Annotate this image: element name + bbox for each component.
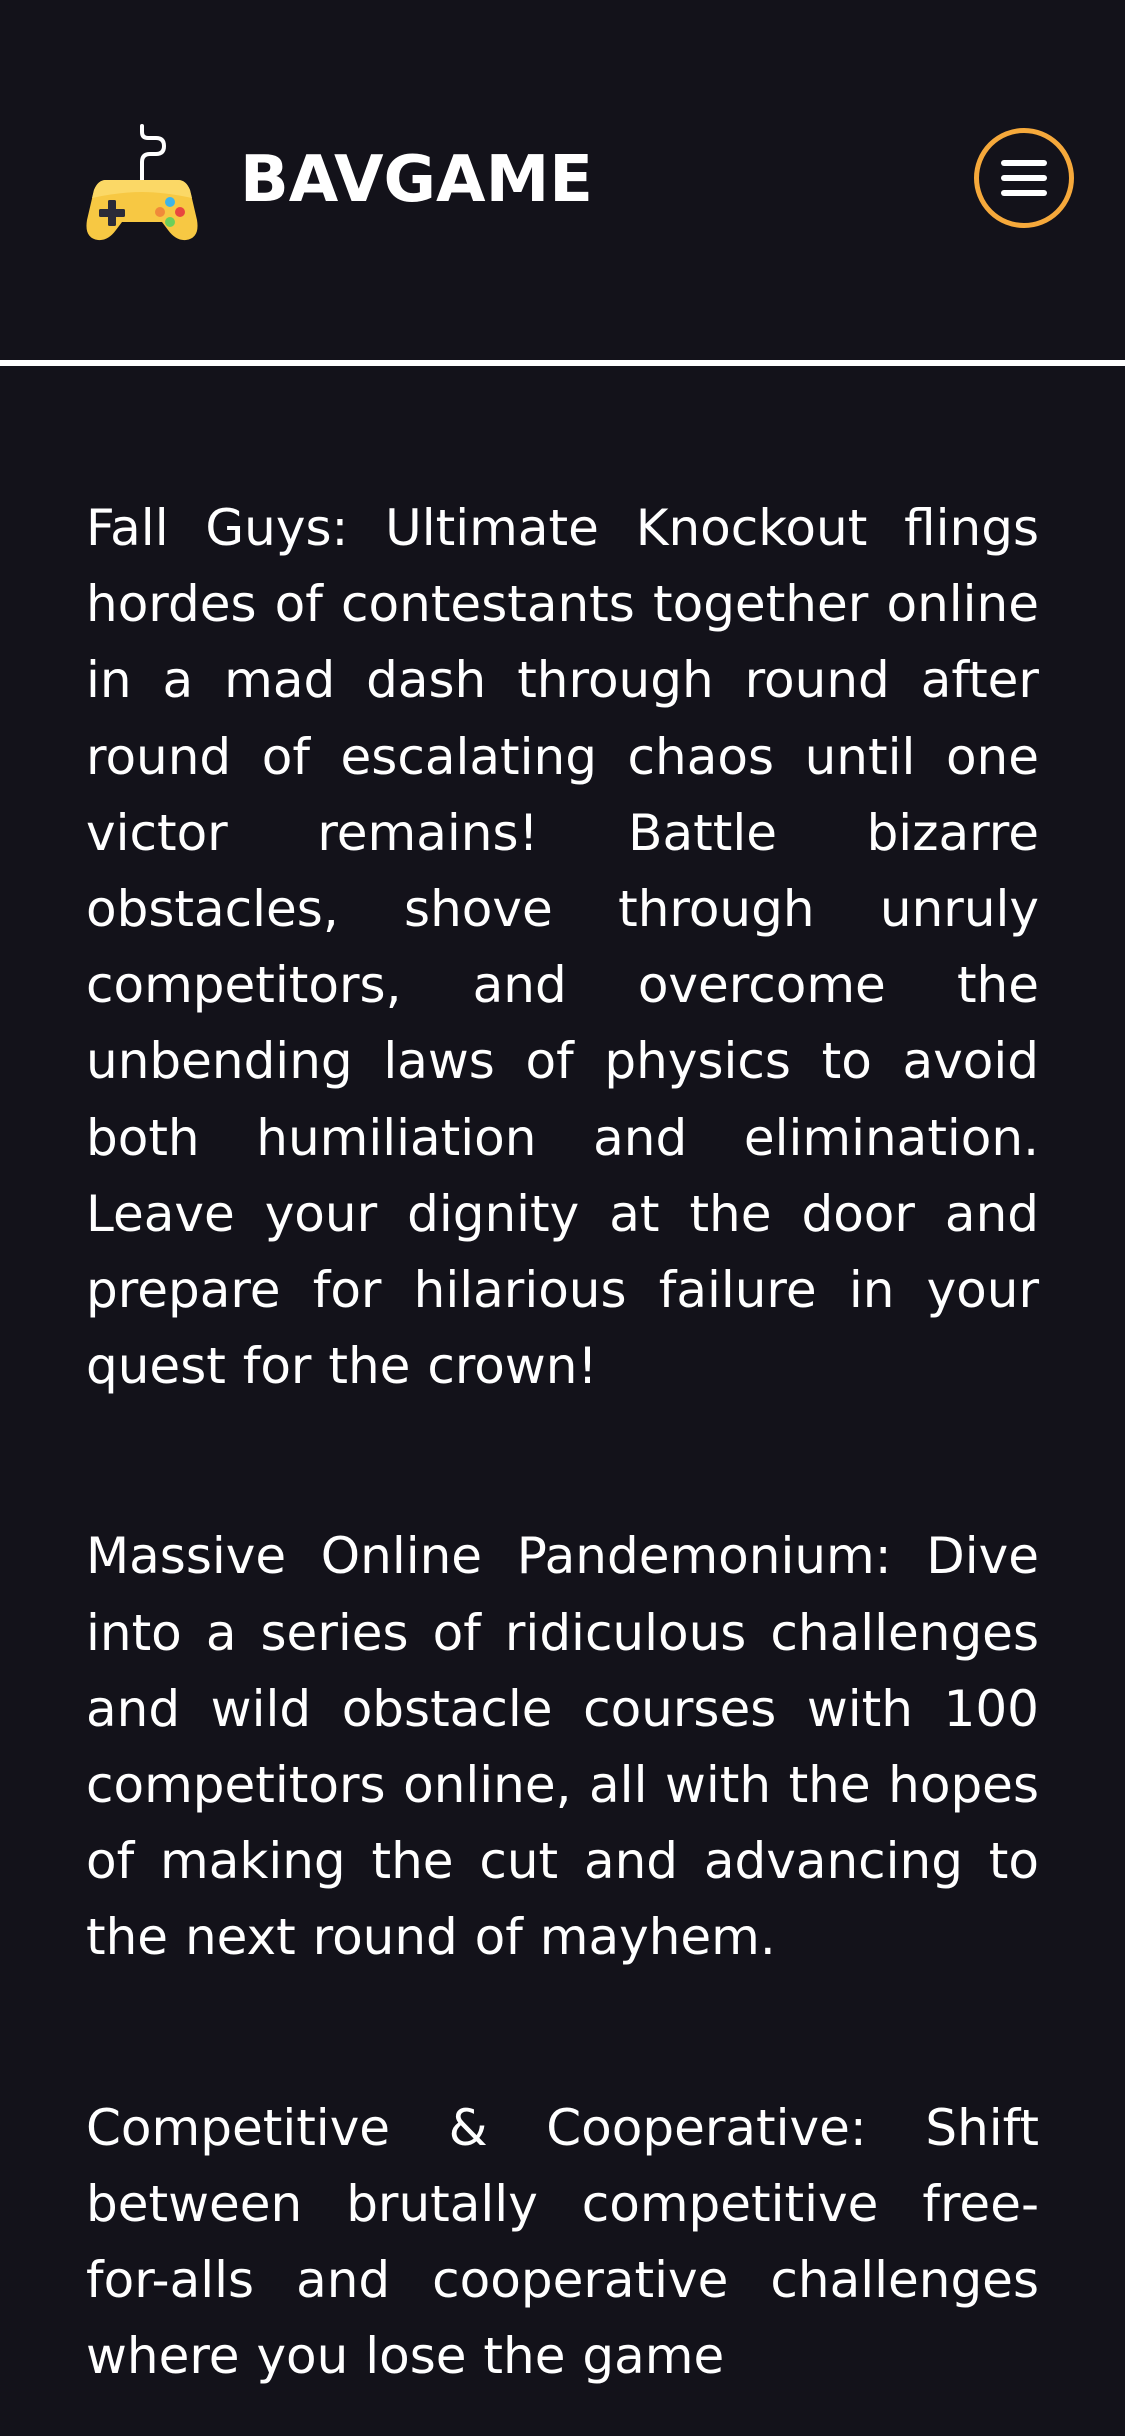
hamburger-menu-icon	[1001, 160, 1047, 166]
hamburger-menu-icon-bar	[1001, 190, 1047, 196]
gamepad-icon[interactable]	[84, 122, 200, 242]
menu-button[interactable]	[974, 128, 1074, 228]
paragraph-competitive: Competitive & Cooperative: Shift between…	[86, 2098, 1039, 2386]
paragraph-intro: Fall Guys: Ultimate Knockout flings hord…	[86, 499, 1039, 1396]
hamburger-menu-icon-bar	[1001, 175, 1047, 181]
brand-name[interactable]: BAVGAME	[240, 140, 593, 220]
header-divider	[0, 360, 1125, 366]
paragraph-massive-online: Massive Online Pandemonium: Dive into a …	[86, 1527, 1039, 1967]
site-header: BAVGAME	[0, 0, 1125, 360]
main-content: Fall Guys: Ultimate Knockout flings hord…	[86, 490, 1039, 2436]
